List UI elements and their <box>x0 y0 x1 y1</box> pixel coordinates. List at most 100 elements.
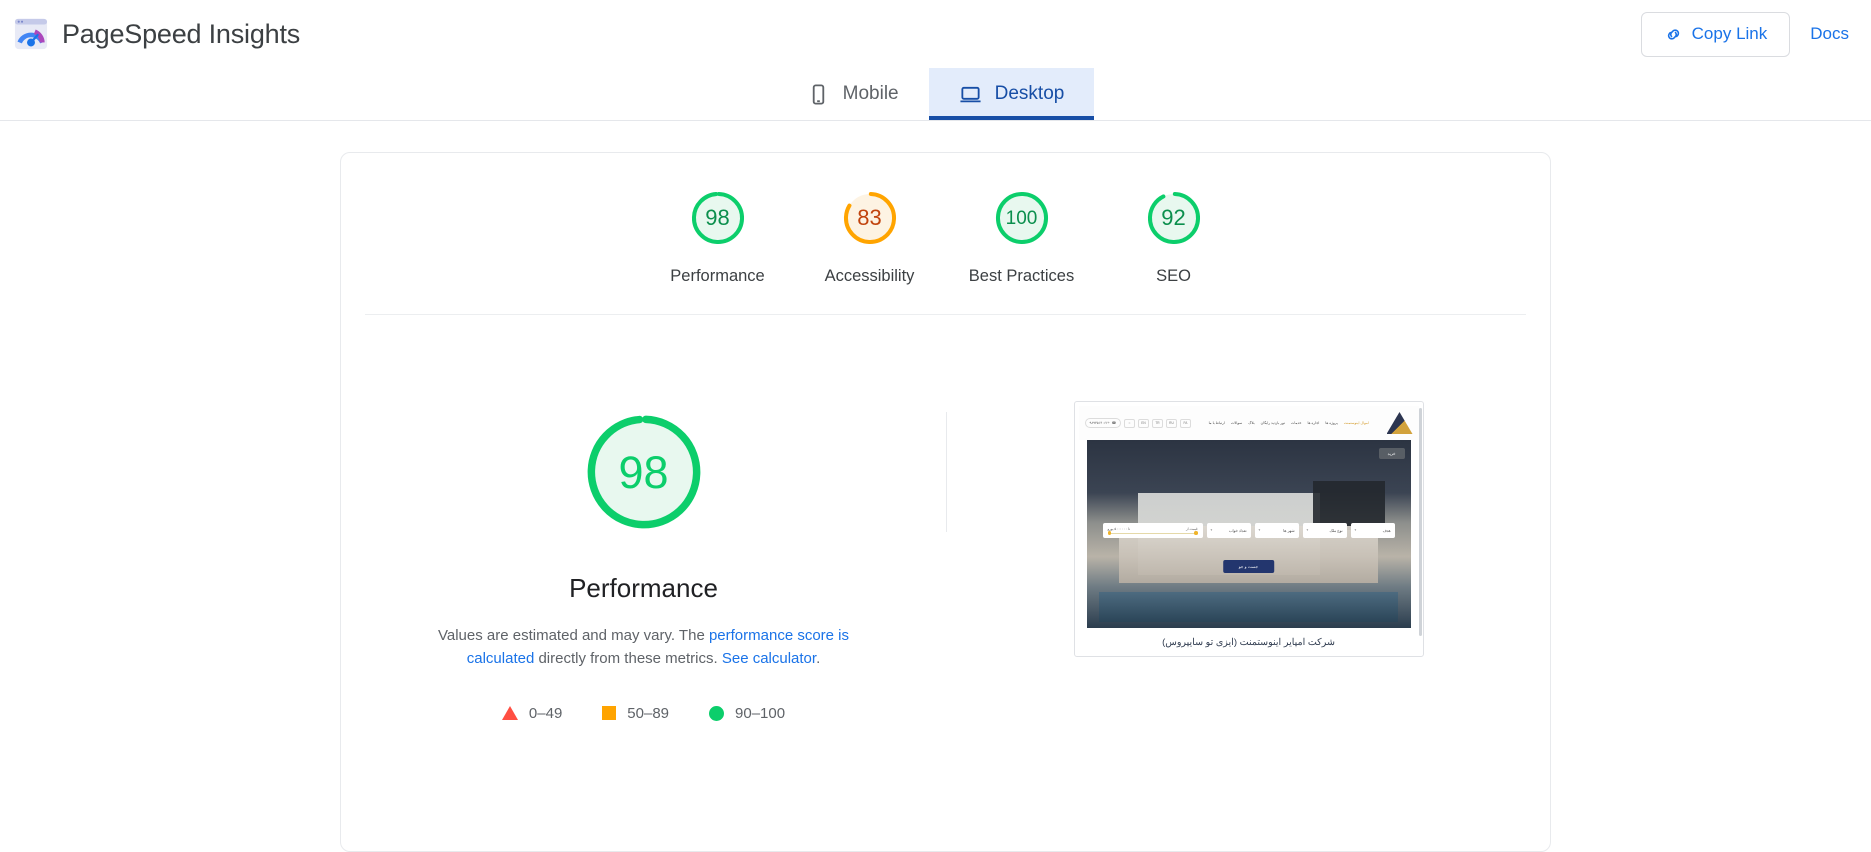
legend-item-average: 50–89 <box>602 705 669 722</box>
category-description: Values are estimated and may vary. The p… <box>434 624 854 671</box>
gauge-score: 98 <box>705 205 730 230</box>
legend-label: 90–100 <box>735 704 786 722</box>
site-nav-utilities: FA RU TR EN ○ ☎ +۹۸۹۳۵۱۴۰۶۶ <box>1084 418 1191 428</box>
site-nav-link: بلاگ <box>1248 421 1255 425</box>
performance-score: 98 <box>618 446 669 498</box>
docs-link[interactable]: Docs <box>1810 24 1849 44</box>
price-range-slider <box>1107 531 1198 535</box>
lang-chip: EN <box>1137 418 1149 428</box>
site-nav-link-featured: اموال اینوستمنت <box>1343 421 1369 425</box>
phone-number: +۹۸۹۳۵۱۴۰۶۶ <box>1089 421 1110 425</box>
thumbnail-inner: اموال اینوستمنت پروژه ها اجاره ها خدمات … <box>1078 406 1419 628</box>
square-icon <box>602 706 617 720</box>
chevron-down-icon: ▾ <box>1306 528 1309 533</box>
gauge-ring: 92 <box>1143 187 1205 249</box>
form-factor-tabs: Mobile Desktop <box>0 68 1871 121</box>
legend-item-poor: 0–49 <box>501 704 563 722</box>
legend-label: 50–89 <box>627 704 670 722</box>
lang-chip: RU <box>1165 418 1177 428</box>
search-chip-icon: ○ <box>1123 418 1135 428</box>
gauge-ring: 98 <box>687 187 749 249</box>
price-label: قیمت از <box>1186 526 1198 531</box>
summary-gauge-performance[interactable]: 98 Performance <box>642 187 794 286</box>
filter-label: هدف <box>1382 528 1391 533</box>
site-nav-link: پروژه ها <box>1325 421 1338 425</box>
chevron-down-icon: ▾ <box>1354 528 1357 533</box>
page-title: PageSpeed Insights <box>62 18 301 49</box>
summary-gauge-best-practices[interactable]: 100 Best Practices <box>946 187 1098 286</box>
site-nav-link: ارتباط با ما <box>1208 421 1225 425</box>
filter-label: نوع ملک <box>1329 528 1343 533</box>
header-actions: Copy Link Docs <box>1640 11 1849 57</box>
desc-text-2: directly from these metrics. <box>534 650 722 668</box>
mobile-phone-icon <box>812 83 824 105</box>
tab-mobile[interactable]: Mobile <box>777 68 929 120</box>
screenshot-panel: اموال اینوستمنت پروژه ها اجاره ها خدمات … <box>947 377 1550 657</box>
link-icon <box>1667 28 1679 40</box>
category-title: Performance <box>569 573 718 603</box>
desc-text-3: . <box>816 650 821 668</box>
site-navbar: اموال اینوستمنت پروژه ها اجاره ها خدمات … <box>1078 406 1419 440</box>
category-score-summary: 98 Performance 83 Accessibility 100 Best… <box>365 153 1526 315</box>
performance-summary: 98 Performance Values are estimated and … <box>341 377 946 722</box>
price-range-filter: قیمت از تا ۵۰۰۰۰۰۰ یورو <box>1102 522 1203 538</box>
copy-link-button[interactable]: Copy Link <box>1640 11 1791 57</box>
legend-item-good: 90–100 <box>709 705 785 722</box>
site-nav-link: خدمات <box>1290 421 1302 425</box>
score-legend: 0–49 50–89 90–100 <box>501 704 785 722</box>
gauge-score: 100 <box>1005 207 1038 229</box>
site-search-filters: هدف ▾ نوع ملک ▾ شهر ها ▾ تعداد خواب ▾ قی… <box>1097 522 1401 538</box>
copy-link-label: Copy Link <box>1691 24 1768 43</box>
circle-icon <box>709 705 725 721</box>
gauge-label: Accessibility <box>824 267 915 285</box>
site-nav-link: اجاره ها <box>1307 421 1320 425</box>
site-nav-link: تور بازدید رایگان <box>1260 421 1285 425</box>
triangle-icon <box>501 706 518 720</box>
legend-label: 0–49 <box>528 704 563 722</box>
price-range-labels: قیمت از تا ۵۰۰۰۰۰۰ یورو <box>1108 527 1198 531</box>
performance-gauge: 98 <box>579 407 709 537</box>
phone-number-chip: ☎ +۹۸۹۳۵۱۴۰۶۶ <box>1084 418 1121 428</box>
lang-chip: TR <box>1151 418 1163 428</box>
filter-select: هدف ▾ <box>1350 522 1395 538</box>
gauge-label: Performance <box>670 267 765 285</box>
gauge-ring: 100 <box>991 187 1053 249</box>
filter-select: شهر ها ▾ <box>1254 522 1299 538</box>
site-logo-icon <box>1386 412 1413 434</box>
site-nav-link: سوالات <box>1230 421 1243 425</box>
site-hero-image: خرید هدف ▾ نوع ملک ▾ شهر ها ▾ تعداد خواب… <box>1086 440 1411 628</box>
gauge-score: 92 <box>1161 205 1186 230</box>
phone-icon: ☎ <box>1111 421 1116 425</box>
price-range-value: تا ۵۰۰۰۰۰۰ یورو <box>1107 526 1131 531</box>
tab-desktop[interactable]: Desktop <box>928 68 1095 120</box>
summary-gauge-seo[interactable]: 92 SEO <box>1098 187 1250 286</box>
filter-select: نوع ملک ▾ <box>1302 522 1347 538</box>
filter-select: تعداد خواب ▾ <box>1206 522 1251 538</box>
hero-pool-shape <box>1099 592 1398 623</box>
gauge-ring: 83 <box>839 187 901 249</box>
site-buy-button: خرید <box>1378 448 1405 459</box>
chevron-down-icon: ▾ <box>1210 528 1213 533</box>
site-screenshot-thumbnail[interactable]: اموال اینوستمنت پروژه ها اجاره ها خدمات … <box>1073 401 1424 657</box>
filter-label: تعداد خواب <box>1228 528 1247 533</box>
tab-mobile-label: Mobile <box>842 83 899 104</box>
gauge-score: 83 <box>857 205 882 230</box>
desc-text-1: Values are estimated and may vary. The <box>437 627 709 644</box>
filter-label: شهر ها <box>1283 528 1295 533</box>
desktop-monitor-icon <box>960 86 981 102</box>
pagespeed-logo-icon <box>14 18 48 50</box>
gauge-label: Best Practices <box>968 267 1075 285</box>
category-detail-row: 98 Performance Values are estimated and … <box>341 315 1550 722</box>
lang-chip: FA <box>1179 418 1191 428</box>
tab-desktop-label: Desktop <box>994 83 1065 104</box>
thumbnail-scrollbar[interactable] <box>1418 408 1422 636</box>
report-card: 98 Performance 83 Accessibility 100 Best… <box>340 152 1551 852</box>
chevron-down-icon: ▾ <box>1258 528 1261 533</box>
site-search-button: جست و جو <box>1222 560 1275 574</box>
see-calculator-link[interactable]: See calculator <box>722 650 816 667</box>
thumbnail-caption: شرکت امپایر اینوستمنت (ایزی تو سایپروس) <box>1162 637 1335 648</box>
site-nav-links: اموال اینوستمنت پروژه ها اجاره ها خدمات … <box>1209 421 1369 425</box>
brand: PageSpeed Insights <box>14 17 300 51</box>
summary-gauge-accessibility[interactable]: 83 Accessibility <box>794 187 946 286</box>
app-header: PageSpeed Insights Copy Link Docs <box>0 0 1871 68</box>
